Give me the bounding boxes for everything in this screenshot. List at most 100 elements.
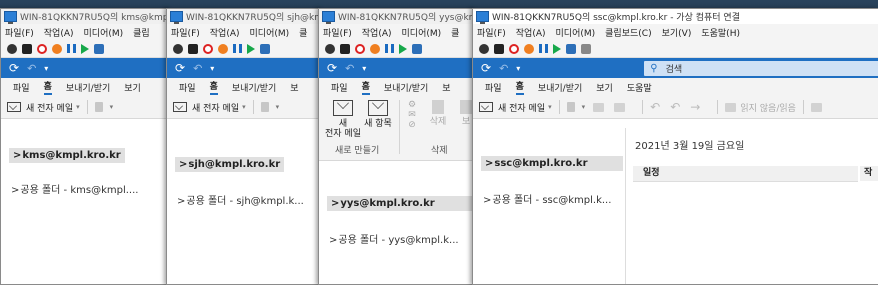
reset-icon[interactable] [94, 43, 104, 54]
play-icon[interactable] [247, 43, 255, 54]
turn-off-icon[interactable] [355, 43, 365, 54]
tab-send-receive[interactable]: 보내기/받기 [538, 81, 582, 94]
delete-button[interactable]: 삭제 [427, 100, 449, 127]
enhanced-session-icon[interactable] [581, 43, 591, 54]
menu-file[interactable]: 파일(F) [171, 26, 200, 39]
chevron-down-icon[interactable]: ▾ [242, 103, 246, 111]
menu-action[interactable]: 작업(A) [210, 26, 240, 39]
pause-icon[interactable] [385, 44, 394, 53]
turn-off-icon[interactable] [37, 43, 47, 54]
pause-icon[interactable] [539, 44, 548, 53]
title-bar[interactable]: WIN-81QKKN7RU5Q의 kms@kmpl.kro [1, 9, 169, 24]
sync-icon[interactable]: ⟳ [481, 61, 491, 75]
tab-file[interactable]: 파일 [179, 81, 196, 94]
vm-window-ssc[interactable]: WIN-81QKKN7RU5Q의 ssc@kmpl.kro.kr - 가상 컴퓨… [472, 8, 878, 285]
new-mail-button[interactable]: 새 전자 메일 [498, 101, 545, 114]
reset-icon[interactable] [412, 43, 422, 54]
shutdown-icon[interactable] [218, 43, 228, 54]
menu-file[interactable]: 파일(F) [5, 26, 34, 39]
play-icon[interactable] [81, 43, 89, 54]
reply-all-icon[interactable]: ↶ [670, 100, 680, 114]
menu-action[interactable]: 작업(A) [516, 26, 546, 39]
play-icon[interactable] [553, 43, 561, 54]
customize-dropdown-icon[interactable]: ▾ [44, 64, 48, 73]
menu-media[interactable]: 미디어(M) [556, 26, 596, 39]
shutdown-icon[interactable] [52, 43, 62, 54]
tab-send-receive[interactable]: 보내기/받기 [384, 81, 428, 94]
tab-home[interactable]: 홈 [361, 79, 370, 95]
ctrl-alt-del-icon[interactable] [7, 43, 17, 54]
undo-icon[interactable]: ↶ [193, 62, 202, 75]
reset-icon[interactable] [260, 43, 270, 54]
chevron-down-icon[interactable]: ▾ [276, 103, 280, 111]
stop-icon[interactable] [494, 43, 504, 54]
delete-icon[interactable] [566, 102, 575, 112]
play-icon[interactable] [399, 43, 407, 54]
reply-button[interactable]: 보 [459, 100, 473, 127]
tab-send-receive[interactable]: 보내기/받기 [232, 81, 276, 94]
account-folder-yys[interactable]: >yys@kmpl.kro.kr [327, 196, 473, 211]
archive-icon[interactable] [593, 102, 605, 112]
tab-file[interactable]: 파일 [331, 81, 348, 94]
ctrl-alt-del-icon[interactable] [479, 43, 489, 54]
menu-file[interactable]: 파일(F) [477, 26, 506, 39]
search-box[interactable]: ⚲ 검색 [644, 60, 878, 76]
menu-clipboard[interactable]: 클립보드(C) [605, 26, 651, 39]
customize-dropdown-icon[interactable]: ▾ [210, 64, 214, 73]
public-folder-kms[interactable]: >공용 폴더 - kms@kmpl.... [11, 181, 138, 196]
shutdown-icon[interactable] [370, 43, 380, 54]
undo-icon[interactable]: ↶ [27, 62, 36, 75]
tab-home[interactable]: 홈 [515, 79, 524, 95]
delete-icon[interactable] [94, 102, 103, 112]
chevron-down-icon[interactable]: ▾ [548, 103, 552, 111]
stop-icon[interactable] [22, 43, 32, 54]
menu-clipboard[interactable]: 클립 [133, 26, 150, 39]
pause-icon[interactable] [233, 44, 242, 53]
public-folder-sjh[interactable]: >공용 폴더 - sjh@kmpl.k... [177, 192, 304, 207]
tab-view[interactable]: 보 [290, 81, 298, 94]
stop-icon[interactable] [188, 43, 198, 54]
tab-view[interactable]: 보기 [596, 81, 613, 94]
tab-file[interactable]: 파일 [485, 81, 502, 94]
vm-window-sjh[interactable]: WIN-81QKKN7RU5Q의 sjh@kmpl.kro 파일(F) 작업(A… [166, 8, 322, 285]
account-folder-sjh[interactable]: >sjh@kmpl.kro.kr [175, 157, 285, 172]
shutdown-icon[interactable] [524, 43, 534, 54]
public-folder-yys[interactable]: >공용 폴더 - yys@kmpl.k... [329, 231, 459, 246]
tab-home[interactable]: 홈 [209, 79, 218, 95]
tab-send-receive[interactable]: 보내기/받기 [66, 81, 110, 94]
customize-dropdown-icon[interactable]: ▾ [362, 64, 366, 73]
chevron-down-icon[interactable]: ▾ [76, 103, 80, 111]
new-mail-button[interactable]: 새 전자 메일 [325, 100, 361, 139]
stop-icon[interactable] [340, 43, 350, 54]
sync-icon[interactable]: ⟳ [327, 61, 337, 75]
menu-media[interactable]: 미디어(M) [84, 26, 124, 39]
categorize-icon[interactable] [810, 102, 822, 112]
menu-media[interactable]: 미디어(M) [402, 26, 442, 39]
pause-icon[interactable] [67, 44, 76, 53]
tab-view[interactable]: 보 [442, 81, 450, 94]
menu-action[interactable]: 작업(A) [44, 26, 74, 39]
menu-action[interactable]: 작업(A) [362, 26, 392, 39]
tab-file[interactable]: 파일 [13, 81, 30, 94]
chevron-down-icon[interactable]: ▾ [582, 103, 586, 111]
ignore-icon[interactable]: ⚙ ✉ ⊘ [403, 100, 421, 130]
undo-icon[interactable]: ↶ [499, 62, 508, 75]
sync-icon[interactable]: ⟳ [175, 61, 185, 75]
ctrl-alt-del-icon[interactable] [325, 43, 335, 54]
ctrl-alt-del-icon[interactable] [173, 43, 183, 54]
tab-help[interactable]: 도움말 [627, 81, 652, 94]
forward-icon[interactable]: → [690, 100, 700, 114]
delete-icon[interactable] [260, 102, 269, 112]
chevron-down-icon[interactable]: ▾ [110, 103, 114, 111]
tab-view[interactable]: 보기 [124, 81, 141, 94]
sync-icon[interactable]: ⟳ [9, 61, 19, 75]
new-mail-button[interactable]: 새 전자 메일 [192, 101, 239, 114]
vm-window-yys[interactable]: WIN-81QKKN7RU5Q의 yys@kmpl.kro 파일(F) 작업(A… [318, 8, 476, 285]
menu-help[interactable]: 도움말(H) [701, 26, 740, 39]
undo-icon[interactable]: ↶ [345, 62, 354, 75]
reset-icon[interactable] [566, 43, 576, 54]
menu-media[interactable]: 미디어(M) [250, 26, 290, 39]
turn-off-icon[interactable] [509, 43, 519, 54]
new-item-button[interactable]: 새 항목 [363, 100, 393, 129]
title-bar[interactable]: WIN-81QKKN7RU5Q의 yys@kmpl.kro [319, 9, 475, 24]
